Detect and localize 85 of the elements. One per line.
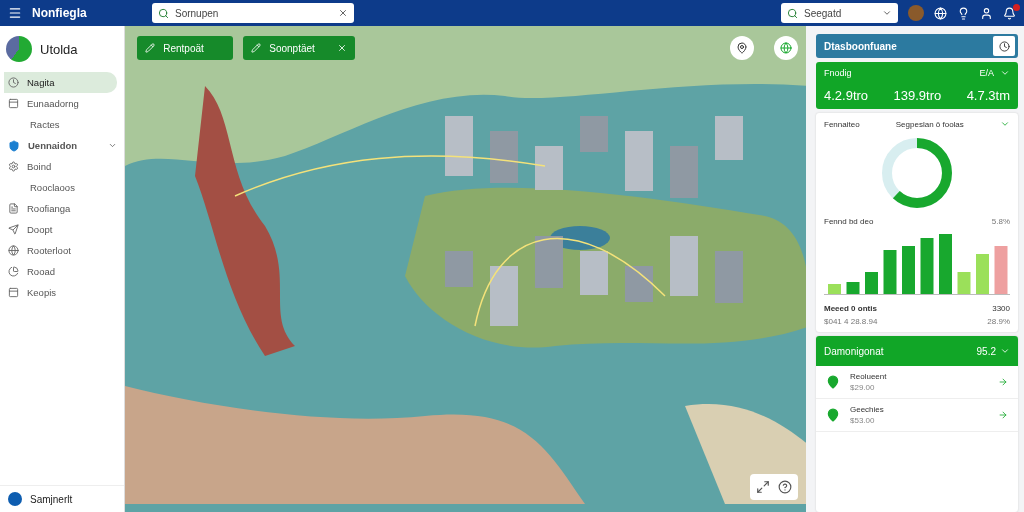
close-icon[interactable] — [338, 8, 348, 18]
chart-bar — [939, 234, 952, 294]
chart-bar — [902, 246, 915, 294]
list-title: Damonigonat — [824, 345, 884, 357]
stat-value: 3300 — [992, 304, 1010, 313]
summary-value: 139.9tro — [893, 88, 942, 103]
clock-icon — [8, 77, 19, 88]
globe-icon[interactable] — [934, 6, 947, 20]
clock-button[interactable] — [993, 36, 1015, 56]
sidebar-item[interactable]: Roofianga — [4, 198, 118, 219]
chart-bar — [920, 238, 934, 294]
search-icon — [158, 7, 169, 19]
sidebar-group[interactable]: Uennaidon — [4, 135, 118, 156]
chart-title: Fennd bd deo — [824, 217, 874, 226]
send-icon — [8, 224, 19, 235]
chart-bar — [828, 284, 841, 294]
logo-icon — [6, 36, 32, 62]
tab[interactable]: Fennaiteo — [824, 119, 860, 129]
summary-value: 4.2.9tro — [824, 88, 869, 103]
menu-icon[interactable] — [8, 6, 22, 20]
expand-button[interactable] — [754, 478, 772, 496]
globe-icon — [8, 245, 19, 256]
pencil-icon — [145, 43, 156, 53]
stat-title: Meeed 0 ontis — [824, 304, 877, 313]
pie-chart-icon — [8, 266, 19, 277]
list-value: 95.2 — [976, 345, 996, 357]
user-icon[interactable] — [980, 6, 993, 20]
item-amount: $29.00 — [850, 383, 876, 392]
stat-percent: 28.9% — [987, 317, 1010, 326]
clock-icon — [998, 40, 1010, 52]
lightbulb-icon[interactable] — [957, 6, 970, 20]
map-action-button[interactable]: Rentpoät — [137, 36, 234, 60]
stat-detail: $041 4 28.8.94 — [824, 317, 878, 326]
summary-unit: E/A — [979, 68, 994, 78]
item-name: Reolueent — [850, 372, 888, 381]
arrow-icon — [998, 410, 1008, 420]
sidebar-item[interactable]: Eunaadorng — [4, 93, 118, 114]
chevron-icon — [882, 8, 892, 18]
help-button[interactable] — [776, 478, 794, 496]
sidebar-item[interactable]: Keopis — [4, 282, 118, 303]
sidebar-item[interactable]: Boind — [4, 156, 118, 177]
shield-icon — [8, 139, 20, 152]
chart-bar — [994, 246, 1008, 294]
status-icon — [8, 492, 22, 506]
chart-bar — [957, 272, 971, 294]
sidebar-item[interactable]: Doopt — [4, 219, 118, 240]
filter-dropdown[interactable]: Seegatd — [781, 3, 898, 23]
chart-bar — [883, 250, 897, 294]
chart-reading: 5.8% — [991, 217, 1010, 226]
globe-icon — [780, 42, 792, 54]
sidebar-item[interactable]: Ractes — [4, 114, 118, 135]
expand-icon — [756, 480, 770, 494]
chart-bar — [865, 272, 878, 294]
panel-icon — [8, 98, 19, 109]
sidebar-item[interactable]: Nagita — [4, 72, 118, 93]
gear-icon — [8, 161, 19, 172]
footer-label: Samjnerlt — [30, 493, 73, 505]
app-title: Nonfiegla — [32, 6, 88, 20]
chart-bar — [846, 282, 860, 294]
item-name: Geechies — [850, 405, 885, 414]
map-action-button[interactable]: Soonptäet — [243, 36, 356, 60]
sidebar-item[interactable]: Rooad — [4, 261, 118, 282]
close-icon[interactable] — [337, 43, 348, 53]
pin-icon — [826, 408, 840, 422]
tab[interactable]: Segpeslan ö foolas — [895, 119, 964, 129]
sidebar-item[interactable]: Rooclaoos — [4, 177, 118, 198]
document-icon — [8, 203, 19, 214]
pencil-icon — [251, 43, 262, 53]
search-field[interactable]: Sornupen — [152, 3, 354, 23]
arrow-icon — [998, 377, 1008, 387]
list-item[interactable]: Geechies $53.00 — [816, 399, 1018, 432]
help-icon — [778, 480, 792, 494]
panel-icon — [8, 287, 19, 298]
search-icon — [787, 7, 798, 19]
panel-title: Dtasboonfuane — [824, 40, 897, 52]
pin-icon — [826, 375, 840, 389]
pin-icon — [736, 42, 748, 54]
chart-bar — [976, 254, 989, 294]
list-item[interactable]: Reolueent $29.00 — [816, 366, 1018, 399]
summary-label: Fnodig — [824, 68, 852, 78]
sidebar-item[interactable]: Rooterloot — [4, 240, 118, 261]
chevron-icon — [108, 141, 118, 150]
brand-name: Utolda — [40, 41, 78, 57]
summary-value: 4.7.3tm — [966, 88, 1010, 103]
item-amount: $53.00 — [850, 416, 876, 425]
